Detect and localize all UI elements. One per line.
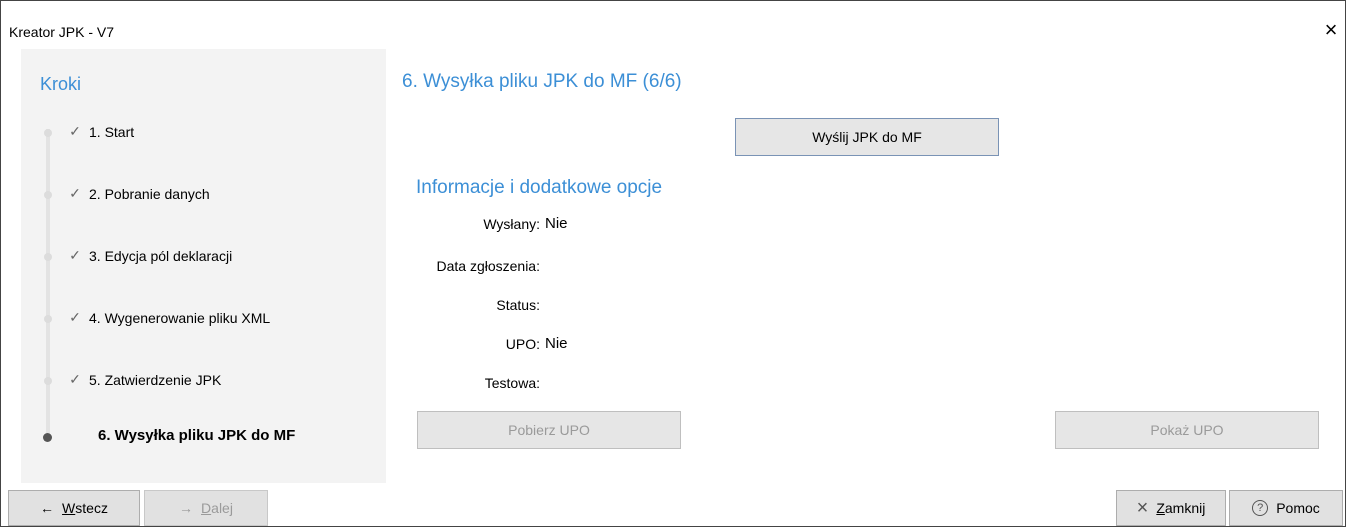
- close-icon[interactable]: ×: [1319, 18, 1343, 42]
- help-label: Pomoc: [1276, 500, 1320, 516]
- step-item-start: ✓ 1. Start: [67, 123, 134, 140]
- download-upo-button[interactable]: Pobierz UPO: [417, 411, 681, 449]
- steps-heading: Kroki: [40, 74, 82, 94]
- close-button[interactable]: × Zamknij: [1116, 490, 1226, 526]
- page-title: 6. Wysyłka pliku JPK do MF (6/6): [402, 71, 682, 92]
- dialog-window: Kreator JPK - V7 × Kroki ✓ 1. Start ✓ 2.…: [0, 0, 1346, 527]
- date-label: Data zgłoszenia:: [436, 258, 540, 274]
- step-label: 5. Zatwierdzenie JPK: [89, 371, 222, 388]
- checkmark-icon: ✓: [69, 185, 81, 201]
- back-button[interactable]: ← Wstecz: [8, 490, 140, 526]
- arrow-right-icon: →: [179, 500, 194, 516]
- step-label: 2. Pobranie danych: [89, 185, 210, 202]
- step-item-edit-fields: ✓ 3. Edycja pól deklaracji: [67, 247, 232, 264]
- step-dot-active: [43, 433, 52, 442]
- upo-value: Nie: [545, 335, 568, 352]
- arrow-left-icon: ←: [40, 500, 55, 516]
- step-item-approve-jpk: ✓ 5. Zatwierdzenie JPK: [67, 371, 221, 388]
- step-label: 6. Wysyłka pliku JPK do MF: [98, 427, 296, 444]
- step-label: 3. Edycja pól deklaracji: [89, 247, 233, 264]
- checkmark-icon: ✓: [69, 247, 81, 263]
- send-jpk-button[interactable]: Wyślij JPK do MF: [735, 118, 999, 156]
- step-item-generate-xml: ✓ 4. Wygenerowanie pliku XML: [67, 309, 270, 326]
- back-label: Wstecz: [62, 500, 108, 516]
- step-dot: [44, 315, 52, 323]
- status-label: Status:: [496, 297, 540, 313]
- step-item-send-jpk: 6. Wysyłka pliku JPK do MF: [98, 427, 295, 444]
- step-dot: [44, 377, 52, 385]
- test-label: Testowa:: [484, 375, 540, 391]
- next-label: Dalej: [201, 500, 233, 516]
- steps-sidebar: Kroki ✓ 1. Start ✓ 2. Pobranie danych ✓ …: [21, 49, 386, 483]
- step-dot: [44, 191, 52, 199]
- help-button[interactable]: ? Pomoc: [1229, 490, 1343, 526]
- checkmark-icon: ✓: [69, 371, 81, 387]
- steps-rail: [46, 129, 50, 439]
- show-upo-button[interactable]: Pokaż UPO: [1055, 411, 1319, 449]
- checkmark-icon: ✓: [69, 123, 81, 139]
- checkmark-icon: ✓: [69, 309, 81, 325]
- next-button[interactable]: → Dalej: [144, 490, 268, 526]
- close-icon: ×: [1136, 496, 1149, 519]
- window-title: Kreator JPK - V7: [9, 24, 115, 40]
- step-label: 1. Start: [89, 123, 135, 140]
- step-dot: [44, 253, 52, 261]
- help-icon: ?: [1252, 500, 1269, 516]
- step-item-data-fetch: ✓ 2. Pobranie danych: [67, 185, 210, 202]
- close-label: Zamknij: [1156, 500, 1206, 516]
- step-dot: [44, 129, 52, 137]
- step-label: 4. Wygenerowanie pliku XML: [89, 309, 271, 326]
- upo-label: UPO:: [505, 336, 540, 352]
- info-section-title: Informacje i dodatkowe opcje: [416, 177, 663, 198]
- sent-value: Nie: [545, 215, 568, 232]
- sent-label: Wysłany:: [483, 216, 540, 232]
